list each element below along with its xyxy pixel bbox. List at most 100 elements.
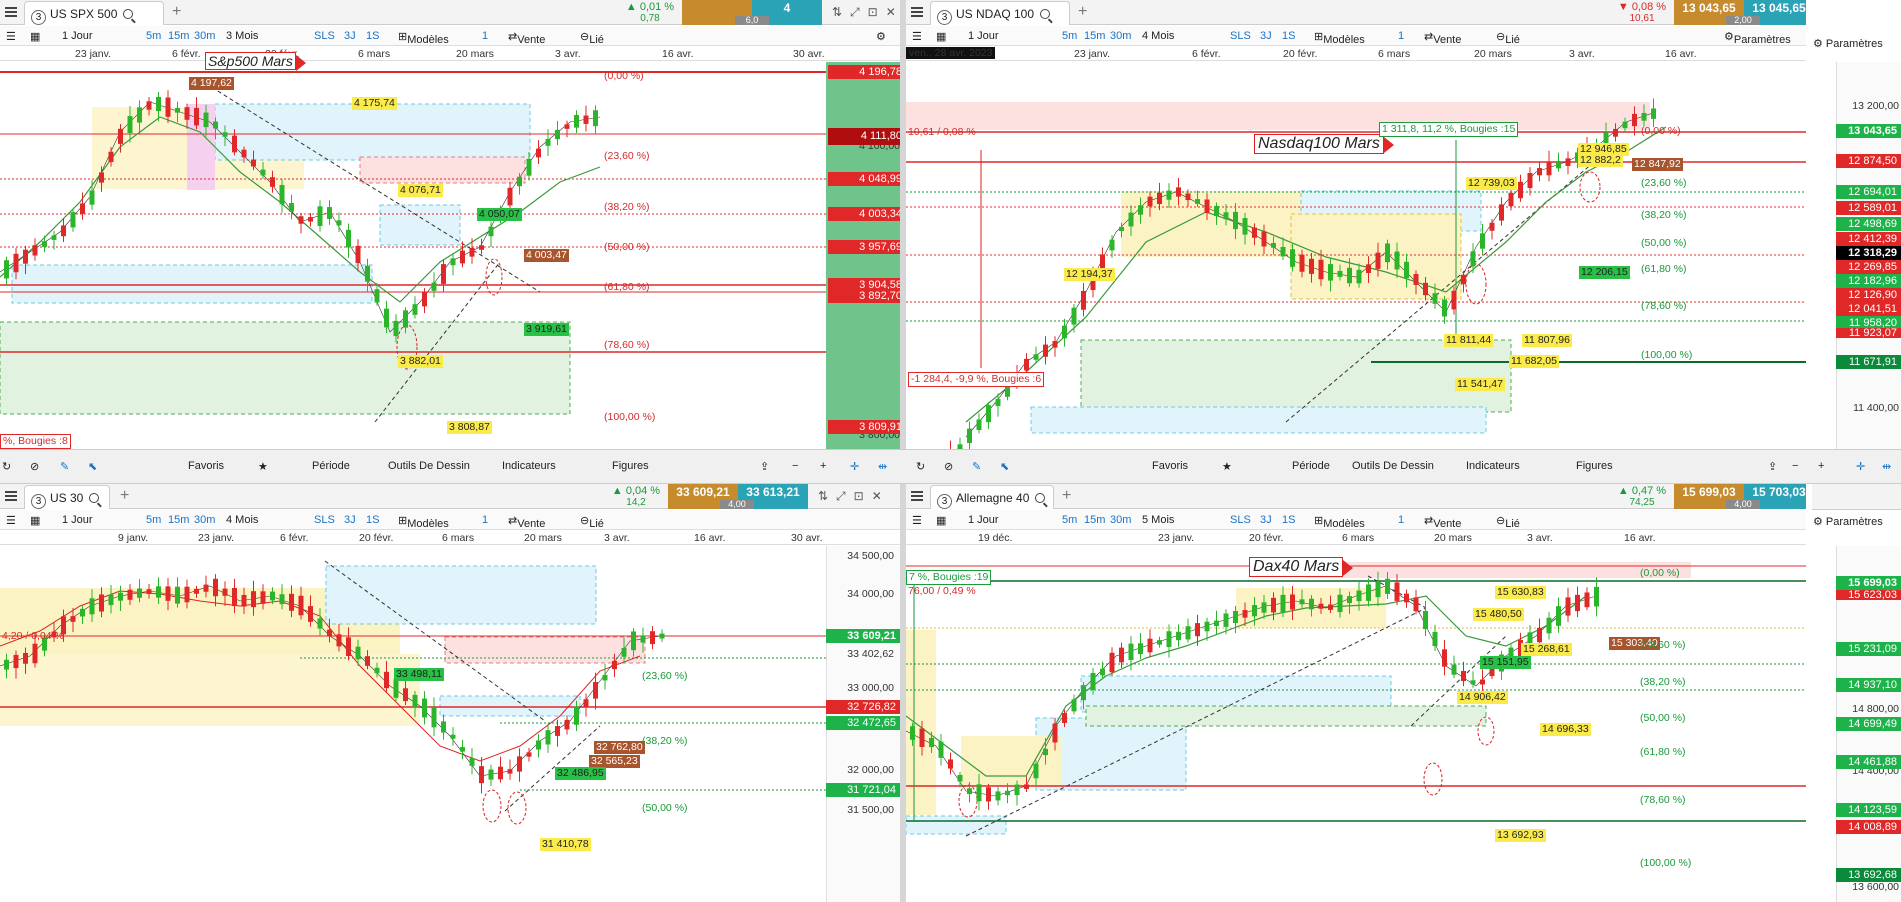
tf-30m-button[interactable]: 30m bbox=[1110, 30, 1131, 42]
search-icon[interactable] bbox=[89, 493, 100, 503]
menu-icon[interactable] bbox=[5, 491, 17, 493]
pencil-icon[interactable]: ✎ bbox=[60, 460, 69, 473]
price-label[interactable]: 15 151,95 bbox=[1480, 656, 1531, 669]
params-button[interactable]: ⚙ Paramètres bbox=[1724, 30, 1791, 46]
price-label[interactable]: 4 003,47 bbox=[524, 249, 569, 262]
tf-15m-button[interactable]: 15m bbox=[1084, 514, 1105, 526]
models-button[interactable]: ⊞ Modèles bbox=[398, 514, 449, 530]
ndaq-price-axis[interactable]: 13 200,00 11 400,00 13 043,65 12 874,50 … bbox=[1836, 62, 1901, 449]
chart-title-label[interactable]: Dax40 Mars bbox=[1249, 557, 1354, 577]
timeframe-select[interactable]: 1 Jour bbox=[968, 30, 999, 42]
block-icon[interactable]: ⊘ bbox=[944, 460, 953, 473]
sls-button[interactable]: SLS bbox=[314, 30, 335, 42]
tf-30m-button[interactable]: 30m bbox=[1110, 514, 1131, 526]
menu-icon[interactable] bbox=[5, 7, 17, 9]
price-label[interactable]: 14 696,33 bbox=[1540, 723, 1591, 736]
price-label[interactable]: 12 206,15 bbox=[1579, 266, 1630, 279]
measure-label[interactable]: -1 284,4, -9,9 %, Bougies :6 bbox=[908, 372, 1045, 387]
linked-button[interactable]: ⊖ Lié bbox=[580, 514, 604, 530]
tf-5m-button[interactable]: 5m bbox=[146, 30, 161, 42]
1s-button[interactable]: 1S bbox=[366, 30, 379, 42]
outils-button[interactable]: Outils De Dessin bbox=[388, 460, 470, 472]
timeframe-select[interactable]: 1 Jour bbox=[62, 30, 93, 42]
refresh-icon[interactable]: ↻ bbox=[2, 460, 11, 473]
star-icon[interactable]: ★ bbox=[1222, 460, 1232, 473]
models-button[interactable]: ⊞ Modèles bbox=[1314, 514, 1365, 530]
add-tab-icon[interactable]: + bbox=[172, 3, 181, 21]
measure-label[interactable]: %, Bougies :8 bbox=[0, 434, 71, 449]
tf-5m-button[interactable]: 5m bbox=[146, 514, 161, 526]
fit-icon[interactable]: ⇹ bbox=[878, 460, 887, 473]
settings-gear-icon[interactable]: ⚙ bbox=[876, 30, 886, 43]
price-label[interactable]: 11 541,47 bbox=[1455, 378, 1505, 391]
params-button[interactable]: ⚙ Paramètres bbox=[1813, 515, 1883, 528]
list-icon[interactable]: ☰ bbox=[912, 30, 922, 43]
params-button[interactable]: ⚙ Paramètres bbox=[1813, 37, 1883, 50]
layout-icon[interactable]: ▦ bbox=[936, 514, 946, 527]
figures-button[interactable]: Figures bbox=[1576, 460, 1613, 472]
pencil-icon[interactable]: ✎ bbox=[972, 460, 981, 473]
price-label[interactable]: 4 197,62 bbox=[189, 77, 234, 90]
timeframe-select[interactable]: 1 Jour bbox=[62, 514, 93, 526]
tf-15m-button[interactable]: 15m bbox=[1084, 30, 1105, 42]
sell-mode-button[interactable]: ⇄ Vente bbox=[508, 514, 545, 530]
linked-button[interactable]: ⊖ Lié bbox=[1496, 30, 1520, 46]
crosshair-icon[interactable]: ✛ bbox=[1856, 460, 1865, 473]
zoom-out-icon[interactable]: − bbox=[792, 460, 798, 472]
price-label[interactable]: 3 882,01 bbox=[398, 355, 443, 368]
layout-icon[interactable]: ▦ bbox=[936, 30, 946, 43]
sell-mode-button[interactable]: ⇄ Vente bbox=[1424, 514, 1461, 530]
periode-button[interactable]: Période bbox=[312, 460, 350, 472]
star-icon[interactable]: ★ bbox=[258, 460, 268, 473]
fit-icon[interactable]: ⇹ bbox=[1882, 460, 1891, 473]
linked-button[interactable]: ⊖ Lié bbox=[1496, 514, 1520, 530]
price-label[interactable]: 15 630,83 bbox=[1495, 586, 1546, 599]
quantity-field[interactable]: 1 bbox=[482, 514, 488, 526]
tf-15m-button[interactable]: 15m bbox=[168, 514, 189, 526]
price-label[interactable]: 12 739,03 bbox=[1466, 177, 1517, 190]
sell-mode-button[interactable]: ⇄ Vente bbox=[1424, 30, 1461, 46]
3j-button[interactable]: 3J bbox=[344, 514, 356, 526]
menu-icon[interactable] bbox=[911, 491, 923, 493]
list-icon[interactable]: ☰ bbox=[912, 514, 922, 527]
instrument-tab[interactable]: 3 Allemagne 40 bbox=[930, 485, 1054, 509]
tf-30m-button[interactable]: 30m bbox=[194, 514, 215, 526]
instrument-tab[interactable]: 3 US SPX 500 bbox=[24, 1, 164, 25]
price-label[interactable]: 3 919,61 bbox=[524, 323, 569, 336]
cursor-icon[interactable]: ⬉ bbox=[88, 460, 97, 473]
share-icon[interactable]: ⇪ bbox=[1768, 460, 1777, 473]
menu-icon[interactable] bbox=[911, 7, 923, 9]
price-label[interactable]: 33 498,11 bbox=[394, 668, 444, 681]
price-label[interactable]: 31 410,78 bbox=[540, 838, 591, 851]
tf-15m-button[interactable]: 15m bbox=[168, 30, 189, 42]
sls-button[interactable]: SLS bbox=[314, 514, 335, 526]
tf-5m-button[interactable]: 5m bbox=[1062, 30, 1077, 42]
quantity-field[interactable]: 1 bbox=[1398, 514, 1404, 526]
price-chart[interactable] bbox=[0, 62, 826, 449]
add-tab-icon[interactable]: + bbox=[1078, 3, 1087, 21]
quantity-field[interactable]: 1 bbox=[482, 30, 488, 42]
price-label[interactable]: 4 050,07 bbox=[477, 208, 522, 221]
price-axis[interactable]: 4 100,00 3 800,00 4 196,78 4 111,80 4 04… bbox=[826, 62, 900, 449]
tf-5m-button[interactable]: 5m bbox=[1062, 514, 1077, 526]
1s-button[interactable]: 1S bbox=[366, 514, 379, 526]
measure-label[interactable]: 7 %, Bougies :19 bbox=[906, 570, 992, 585]
price-axis[interactable]: 34 500,00 34 000,00 33 402,62 33 000,00 … bbox=[826, 546, 900, 902]
price-label[interactable]: 12 847,92 bbox=[1632, 158, 1683, 171]
price-label[interactable]: 32 486,95 bbox=[555, 767, 606, 780]
price-label[interactable]: 15 480,50 bbox=[1473, 608, 1524, 621]
price-label[interactable]: 11 682,05 bbox=[1509, 355, 1559, 368]
price-label[interactable]: 13 692,93 bbox=[1495, 829, 1546, 842]
price-label[interactable]: 14 906,42 bbox=[1457, 691, 1508, 704]
range-select[interactable]: 4 Mois bbox=[1142, 30, 1174, 42]
window-controls[interactable]: ⇅⤢⊡✕ bbox=[818, 489, 890, 504]
3j-button[interactable]: 3J bbox=[1260, 514, 1272, 526]
outils-button[interactable]: Outils De Dessin bbox=[1352, 460, 1434, 472]
figures-button[interactable]: Figures bbox=[612, 460, 649, 472]
list-icon[interactable]: ☰ bbox=[6, 30, 16, 43]
layout-icon[interactable]: ▦ bbox=[30, 514, 40, 527]
list-icon[interactable]: ☰ bbox=[6, 514, 16, 527]
refresh-icon[interactable]: ↻ bbox=[916, 460, 925, 473]
1s-button[interactable]: 1S bbox=[1282, 514, 1295, 526]
block-icon[interactable]: ⊘ bbox=[30, 460, 39, 473]
